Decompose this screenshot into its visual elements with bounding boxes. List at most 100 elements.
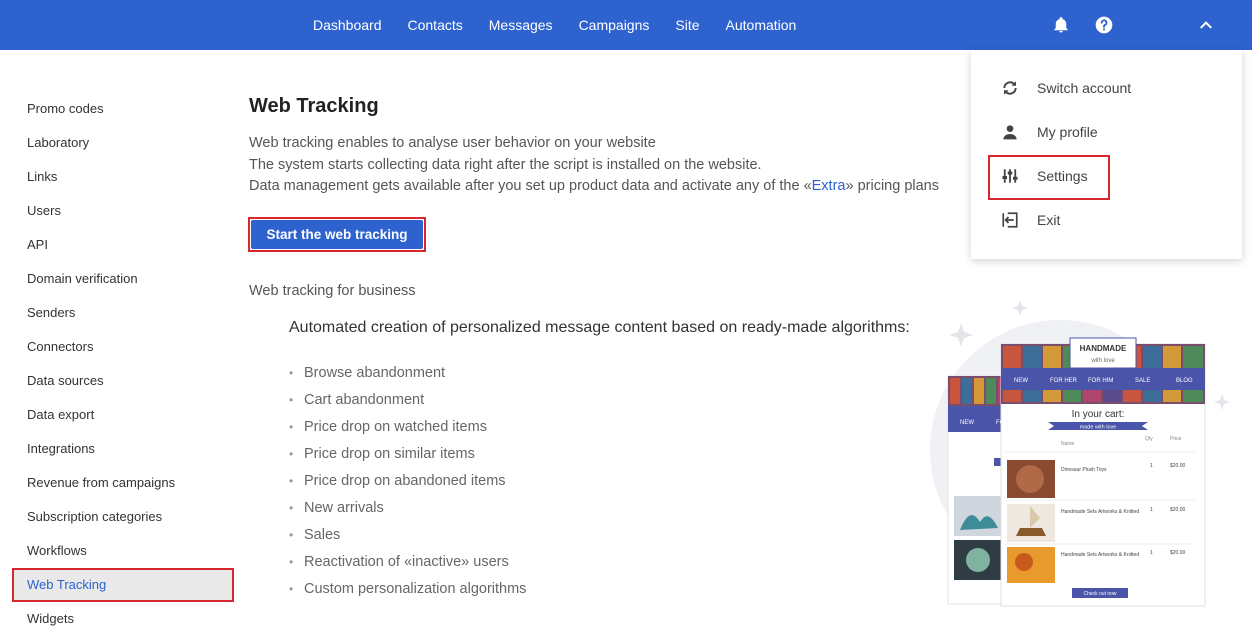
menu-item-switch-account[interactable]: Switch account	[971, 66, 1242, 110]
sidebar-item-web-tracking[interactable]: Web Tracking	[12, 568, 234, 602]
list-item: • Cart abandonment	[289, 389, 526, 416]
bullet-icon: •	[289, 582, 294, 596]
feature-list: • Browse abandonment • Cart abandonment • P…	[289, 362, 526, 605]
main-nav: Dashboard Contacts Messages Campaigns Si…	[313, 0, 822, 50]
cart-row-2-price: $20.00	[1170, 507, 1186, 513]
help-icon[interactable]	[1092, 13, 1116, 37]
cart-row-3-name: Handmade Sets Artworks & Knitted	[1061, 552, 1139, 558]
nav-automation[interactable]: Automation	[726, 17, 797, 33]
menu-item-exit[interactable]: Exit	[971, 198, 1242, 242]
email-nav-blog: BLOG	[1176, 378, 1193, 384]
sidebar-item-senders[interactable]: Senders	[12, 296, 234, 330]
list-item-label: Price drop on abandoned items	[304, 473, 506, 489]
sidebar-item-promo-codes[interactable]: Promo codes	[12, 92, 234, 126]
sidebar-item-links[interactable]: Links	[12, 160, 234, 194]
sidebar-item-users[interactable]: Users	[12, 194, 234, 228]
start-web-tracking-button[interactable]: Start the web tracking	[251, 220, 423, 249]
page-title: Web Tracking	[249, 95, 379, 117]
logo-text: HANDMADE	[1080, 344, 1127, 353]
intro-line-2: The system starts collecting data right …	[249, 156, 762, 173]
front-email-card: HANDMADE with love NEW FOR HER FOR HIM S…	[1000, 337, 1206, 607]
sidebar-item-revenue-from-campaigns[interactable]: Revenue from campaigns	[12, 466, 234, 500]
sidebar-item-domain-verification[interactable]: Domain verification	[12, 262, 234, 296]
list-item: • Custom personalization algorithms	[289, 578, 526, 605]
main-content: Web Tracking Web tracking enables to ana…	[249, 95, 969, 198]
nav-campaigns[interactable]: Campaigns	[579, 17, 650, 33]
settings-highlight	[988, 155, 1110, 200]
list-item-label: Browse abandonment	[304, 365, 446, 381]
bullet-icon: •	[289, 393, 294, 407]
list-item: • Reactivation of «inactive» users	[289, 551, 526, 578]
cart-col-qty: Qty	[1145, 436, 1153, 442]
cart-row-3-qty: 1	[1150, 550, 1153, 556]
bullet-icon: •	[289, 528, 294, 542]
menu-item-my-profile[interactable]: My profile	[971, 110, 1242, 154]
email-preview-illustration: NEW FO HANDMADE with love NEW FOR HER FO…	[930, 300, 1230, 607]
cart-row-2-name: Handmade Sets Artworks & Knitted	[1061, 509, 1139, 515]
menu-label: Switch account	[1037, 80, 1132, 96]
sidebar-item-data-export[interactable]: Data export	[12, 398, 234, 432]
email-nav-new: NEW	[1014, 378, 1028, 384]
sidebar-item-subscription-categories[interactable]: Subscription categories	[12, 500, 234, 534]
list-item: • Browse abandonment	[289, 362, 526, 389]
cart-row-2-qty: 1	[1150, 507, 1153, 513]
list-item-label: Sales	[304, 527, 341, 543]
intro-line-3: Data management gets available after you…	[249, 176, 969, 198]
bullet-icon: •	[289, 501, 294, 515]
bullet-icon: •	[289, 420, 294, 434]
cart-subtitle: made with love	[1080, 425, 1117, 431]
checkout-button-text: Check out now	[1083, 591, 1116, 597]
nav-site[interactable]: Site	[675, 17, 699, 33]
list-item-label: Reactivation of «inactive» users	[304, 554, 509, 570]
bell-icon[interactable]	[1049, 13, 1073, 37]
sidebar-item-api[interactable]: API	[12, 228, 234, 262]
sidebar-item-connectors[interactable]: Connectors	[12, 330, 234, 364]
menu-label: My profile	[1037, 124, 1098, 140]
bullet-icon: •	[289, 447, 294, 461]
sparkle-icon	[1012, 300, 1028, 316]
intro-line-3-start: Data management gets available after you…	[249, 178, 812, 194]
list-item-label: Custom personalization algorithms	[304, 581, 527, 597]
algorithms-heading: Automated creation of personalized messa…	[289, 319, 910, 336]
sidebar-item-data-sources[interactable]: Data sources	[12, 364, 234, 398]
list-item: • Price drop on watched items	[289, 416, 526, 443]
list-item-label: Price drop on similar items	[304, 446, 475, 462]
email-nav-sale: SALE	[1135, 378, 1150, 384]
list-item-label: New arrivals	[304, 500, 384, 516]
back-nav-new: NEW	[960, 420, 974, 426]
list-item-label: Cart abandonment	[304, 392, 425, 408]
sidebar-item-workflows[interactable]: Workflows	[12, 534, 234, 568]
cart-row-3-price: $20.00	[1170, 550, 1186, 556]
cart-title: In your cart:	[1072, 409, 1125, 420]
nav-contacts[interactable]: Contacts	[408, 17, 463, 33]
menu-label: Exit	[1037, 212, 1061, 228]
nav-dashboard[interactable]: Dashboard	[313, 17, 382, 33]
cart-row-1-price: $20.00	[1170, 463, 1186, 469]
user-icon	[999, 121, 1021, 143]
cart-row-1-name: Dinosaur Plush Toys	[1061, 467, 1107, 473]
email-nav-for-her: FOR HER	[1050, 378, 1078, 384]
nav-messages[interactable]: Messages	[489, 17, 553, 33]
extra-plan-link[interactable]: Extra	[812, 178, 846, 194]
settings-sidebar: Promo codes Laboratory Links Users API D…	[12, 92, 234, 636]
bullet-icon: •	[289, 555, 294, 569]
chevron-up-icon[interactable]	[1194, 13, 1218, 37]
intro-line-3-end: » pricing plans	[845, 178, 939, 194]
sparkle-icon	[949, 323, 973, 347]
logo-subtext: with love	[1090, 358, 1115, 364]
sidebar-item-widgets[interactable]: Widgets	[12, 602, 234, 636]
list-item: • Price drop on abandoned items	[289, 470, 526, 497]
sidebar-item-integrations[interactable]: Integrations	[12, 432, 234, 466]
business-subheading: Web tracking for business	[249, 283, 416, 299]
cart-col-price: Price	[1170, 436, 1182, 442]
cart-row-1-qty: 1	[1150, 463, 1153, 469]
refresh-icon	[999, 77, 1021, 99]
intro-text: Web tracking enables to analyse user beh…	[249, 133, 969, 198]
list-item: • New arrivals	[289, 497, 526, 524]
cart-col-name: Name	[1061, 441, 1075, 447]
list-item: • Price drop on similar items	[289, 443, 526, 470]
sparkle-icon	[1214, 394, 1230, 410]
email-nav-for-him: FOR HIM	[1088, 378, 1113, 384]
sidebar-item-laboratory[interactable]: Laboratory	[12, 126, 234, 160]
list-item: • Sales	[289, 524, 526, 551]
